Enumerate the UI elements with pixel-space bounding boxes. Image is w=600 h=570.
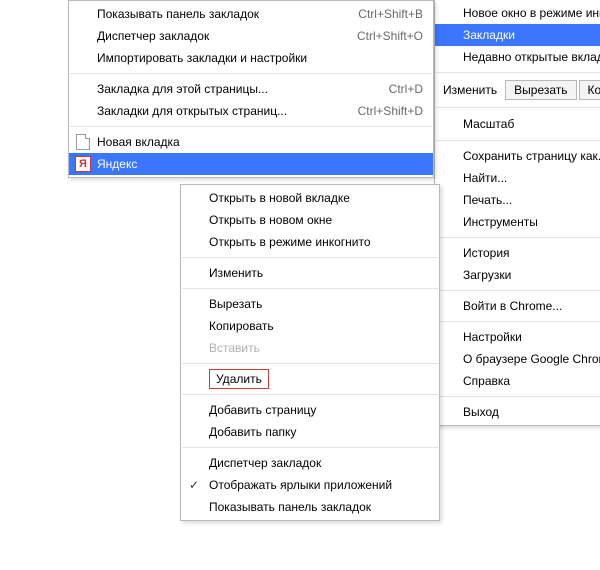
separator bbox=[182, 363, 438, 364]
menu-item-show-bookmarks-bar[interactable]: Показывать панель закладок Ctrl+Shift+B bbox=[69, 3, 433, 25]
this-page-label: Закладка для этой страницы... bbox=[97, 82, 369, 96]
menu-item-yx-manager[interactable]: Диспетчер закладок bbox=[181, 452, 439, 474]
menu-item-open-incognito[interactable]: Открыть в режиме инкогнито bbox=[181, 231, 439, 253]
separator bbox=[182, 257, 438, 258]
separator bbox=[70, 73, 432, 74]
zoom-row[interactable]: Масштаб bbox=[435, 112, 600, 136]
yx-paste-label: Вставить bbox=[209, 341, 429, 355]
find-label: Найти... bbox=[463, 171, 600, 185]
page-icon bbox=[75, 134, 91, 150]
yx-delete-label: Удалить bbox=[209, 369, 269, 389]
menu-item-show-app-shortcuts[interactable]: ✓ Отображать ярлыки приложений bbox=[181, 474, 439, 496]
menu-item-bookmarks[interactable]: Закладки bbox=[435, 24, 600, 46]
yx-copy-label: Копировать bbox=[209, 319, 429, 333]
menu-item-edit[interactable]: Изменить bbox=[181, 262, 439, 284]
menu-item-signin[interactable]: Войти в Chrome... bbox=[435, 295, 600, 317]
menu-item-import-bookmarks[interactable]: Импортировать закладки и настройки bbox=[69, 47, 433, 69]
new-incognito-label: Новое окно в режиме инкогн bbox=[463, 6, 600, 20]
menu-item-copy[interactable]: Копировать bbox=[181, 315, 439, 337]
yx-show-bar-label: Показывать панель закладок bbox=[209, 500, 429, 514]
open-tabs-shortcut: Ctrl+Shift+D bbox=[358, 104, 423, 118]
yx-cut-label: Вырезать bbox=[209, 297, 429, 311]
yandex-context-menu: Открыть в новой вкладке Открыть в новом … bbox=[180, 184, 440, 521]
copy-button[interactable]: Копи bbox=[579, 80, 600, 100]
menu-item-open-new-tab[interactable]: Открыть в новой вкладке bbox=[181, 187, 439, 209]
delete-highlight: Удалить bbox=[209, 369, 429, 389]
manager-label: Диспетчер закладок bbox=[97, 29, 337, 43]
separator bbox=[436, 107, 600, 108]
show-bar-shortcut: Ctrl+Shift+B bbox=[358, 7, 423, 21]
settings-label: Настройки bbox=[463, 330, 600, 344]
edit-label: Изменить bbox=[443, 83, 497, 97]
manager-shortcut: Ctrl+Shift+O bbox=[357, 29, 423, 43]
exit-label: Выход bbox=[463, 405, 600, 419]
menu-item-settings[interactable]: Настройки bbox=[435, 326, 600, 348]
yandex-label: Яндекс bbox=[97, 157, 423, 171]
menu-item-downloads[interactable]: Загрузки bbox=[435, 264, 600, 286]
yx-manager-label: Диспетчер закладок bbox=[209, 456, 429, 470]
separator bbox=[182, 394, 438, 395]
downloads-label: Загрузки bbox=[463, 268, 600, 282]
menu-item-add-folder[interactable]: Добавить папку bbox=[181, 421, 439, 443]
yandex-icon: Я bbox=[75, 156, 91, 172]
separator bbox=[436, 290, 600, 291]
open-tabs-label: Закладки для открытых страниц... bbox=[97, 104, 338, 118]
recent-tabs-label: Недавно открытые вкладки bbox=[463, 50, 600, 64]
separator bbox=[436, 396, 600, 397]
scale-label: Масштаб bbox=[463, 117, 514, 131]
import-label: Импортировать закладки и настройки bbox=[97, 51, 423, 65]
menu-item-find[interactable]: Найти... bbox=[435, 167, 600, 189]
this-page-shortcut: Ctrl+D bbox=[389, 82, 423, 96]
separator bbox=[182, 288, 438, 289]
menu-item-about[interactable]: О браузере Google Chrome bbox=[435, 348, 600, 370]
menu-item-paste: Вставить bbox=[181, 337, 439, 359]
menu-item-history[interactable]: История bbox=[435, 242, 600, 264]
menu-item-yandex-bookmark[interactable]: Я Яндекс bbox=[69, 153, 433, 175]
separator bbox=[436, 321, 600, 322]
separator bbox=[70, 126, 432, 127]
menu-item-tools[interactable]: Инструменты bbox=[435, 211, 600, 233]
menu-item-bookmark-open-tabs[interactable]: Закладки для открытых страниц... Ctrl+Sh… bbox=[69, 100, 433, 122]
menu-item-recent-tabs[interactable]: Недавно открытые вкладки bbox=[435, 46, 600, 68]
new-tab-label: Новая вкладка bbox=[97, 135, 423, 149]
menu-item-bookmark-this-page[interactable]: Закладка для этой страницы... Ctrl+D bbox=[69, 78, 433, 100]
show-apps-label: Отображать ярлыки приложений bbox=[209, 478, 429, 492]
menu-item-new-tab-bookmark[interactable]: Новая вкладка bbox=[69, 131, 433, 153]
show-bar-label: Показывать панель закладок bbox=[97, 7, 338, 21]
menu-item-exit[interactable]: Выход bbox=[435, 401, 600, 423]
menu-item-yx-show-bar[interactable]: Показывать панель закладок bbox=[181, 496, 439, 518]
signin-label: Войти в Chrome... bbox=[463, 299, 600, 313]
edit-actions-row: Изменить Вырезать Копи bbox=[435, 77, 600, 103]
separator bbox=[436, 72, 600, 73]
help-label: Справка bbox=[463, 374, 600, 388]
menu-item-print[interactable]: Печать... bbox=[435, 189, 600, 211]
menu-item-new-incognito[interactable]: Новое окно в режиме инкогн bbox=[435, 2, 600, 24]
separator bbox=[436, 140, 600, 141]
bookmarks-label: Закладки bbox=[463, 28, 600, 42]
open-win-label: Открыть в новом окне bbox=[209, 213, 429, 227]
tools-label: Инструменты bbox=[463, 215, 600, 229]
yx-edit-label: Изменить bbox=[209, 266, 429, 280]
history-label: История bbox=[463, 246, 600, 260]
add-page-label: Добавить страницу bbox=[209, 403, 429, 417]
bookmarks-submenu: Показывать панель закладок Ctrl+Shift+B … bbox=[68, 0, 434, 178]
check-icon: ✓ bbox=[189, 478, 199, 492]
menu-item-open-new-window[interactable]: Открыть в новом окне bbox=[181, 209, 439, 231]
add-folder-label: Добавить папку bbox=[209, 425, 429, 439]
menu-item-cut[interactable]: Вырезать bbox=[181, 293, 439, 315]
cut-button[interactable]: Вырезать bbox=[505, 80, 576, 100]
save-as-label: Сохранить страницу как... bbox=[463, 149, 600, 163]
menu-item-save-as[interactable]: Сохранить страницу как... bbox=[435, 145, 600, 167]
separator bbox=[182, 447, 438, 448]
open-tab-label: Открыть в новой вкладке bbox=[209, 191, 429, 205]
about-label: О браузере Google Chrome bbox=[463, 352, 600, 366]
menu-item-add-page[interactable]: Добавить страницу bbox=[181, 399, 439, 421]
main-chrome-menu: Новое окно в режиме инкогн Закладки Неда… bbox=[434, 0, 600, 426]
menu-item-bookmarks-manager[interactable]: Диспетчер закладок Ctrl+Shift+O bbox=[69, 25, 433, 47]
menu-item-delete[interactable]: Удалить bbox=[181, 368, 439, 390]
open-inc-label: Открыть в режиме инкогнито bbox=[209, 235, 429, 249]
print-label: Печать... bbox=[463, 193, 600, 207]
menu-item-help[interactable]: Справка bbox=[435, 370, 600, 392]
separator bbox=[436, 237, 600, 238]
